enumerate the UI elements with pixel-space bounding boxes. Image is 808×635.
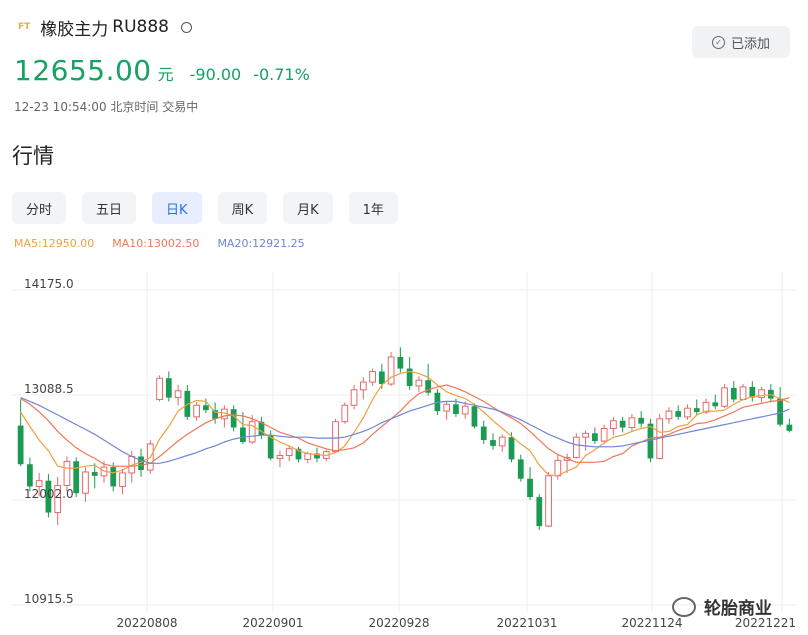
candle-body	[739, 386, 747, 400]
candle-body	[517, 459, 524, 479]
tab-intraday[interactable]: 分时	[12, 192, 67, 224]
candle-body	[387, 356, 395, 385]
candle-body	[63, 460, 71, 486]
candle-body	[193, 404, 200, 418]
period-tabs: 分时 五日 日K 周K 月K 1年	[12, 192, 414, 224]
candle-body	[498, 436, 506, 447]
y-tick-label: 14175.0	[24, 277, 74, 291]
candle-body	[638, 417, 645, 424]
futures-badge: FT	[18, 22, 31, 32]
candle-body	[202, 405, 209, 411]
candle-body	[378, 371, 385, 385]
candlestick-chart[interactable]: 14175.0 13088.5 12002.0 10915.5 20220808 2022…	[0, 268, 808, 635]
candle-body	[545, 475, 552, 527]
candle-body	[591, 433, 598, 442]
check-circle-icon: ✓	[711, 35, 725, 49]
ma-legend: MA5:12950.00 MA10:13002.50 MA20:12921.25	[14, 237, 323, 250]
price-change-percent: -0.71%	[253, 65, 310, 84]
watermark: 轮胎商业	[672, 594, 772, 619]
tab-five-day[interactable]: 五日	[82, 192, 137, 224]
candle-body	[156, 377, 163, 400]
info-circle-icon[interactable]	[181, 21, 192, 33]
tab-one-year[interactable]: 1年	[348, 192, 398, 224]
candle-body	[730, 387, 737, 400]
candle-body	[480, 426, 487, 441]
candle-body	[471, 406, 478, 427]
candle-body	[304, 453, 312, 460]
candle-body	[554, 459, 562, 477]
instrument-code: RU888	[112, 17, 169, 37]
candle-body	[786, 424, 793, 431]
candle-body	[693, 408, 700, 413]
y-tick-label: 13088.5	[24, 382, 74, 396]
candle-body	[174, 390, 182, 399]
price-unit: 元	[157, 65, 174, 84]
candle-body	[341, 404, 349, 423]
x-tick-label: 20220928	[368, 616, 429, 630]
x-tick-label: 20221031	[496, 616, 557, 630]
tab-weekly-k[interactable]: 周K	[217, 192, 268, 224]
candle-body	[91, 471, 98, 476]
candle-body	[600, 427, 608, 442]
candle-body	[684, 407, 691, 418]
candle-body	[443, 403, 451, 412]
candle-body	[397, 356, 404, 369]
ma-line-ma10	[20, 384, 790, 467]
section-title: 行情	[12, 144, 54, 168]
candle-body	[619, 420, 626, 428]
tab-monthly-k[interactable]: 月K	[283, 192, 333, 224]
quote-timestamp: 12-23 10:54:00 北京时间 交易中	[14, 100, 199, 114]
candle-body	[332, 421, 339, 453]
candle-body	[82, 471, 89, 494]
candle-body	[165, 378, 172, 398]
candle-body	[508, 437, 515, 460]
y-tick-label: 12002.0	[24, 487, 74, 501]
candle-body	[27, 464, 33, 487]
candle-body	[628, 417, 636, 429]
candle-body	[536, 497, 543, 527]
ma20-label: MA20:12921.25	[217, 237, 305, 250]
candle-body	[276, 455, 284, 459]
candle-body	[350, 389, 358, 406]
candle-body	[712, 402, 719, 407]
candle-body	[582, 432, 589, 438]
candle-body	[610, 420, 617, 429]
candle-body	[240, 427, 246, 443]
candle-body	[110, 467, 117, 487]
added-watchlist-button[interactable]: ✓ 已添加	[692, 26, 790, 58]
candle-body	[572, 436, 580, 458]
ma-line-ma5	[20, 370, 790, 477]
x-tick-label: 20220808	[116, 616, 177, 630]
candle-body	[490, 440, 496, 446]
candle-body	[527, 478, 533, 498]
candle-body	[35, 480, 43, 487]
candle-body	[721, 387, 728, 407]
candle-body	[453, 404, 459, 414]
watermark-text: 轮胎商业	[704, 599, 772, 619]
candle-body	[665, 410, 673, 420]
candle-body	[359, 381, 367, 391]
candle-body	[17, 425, 24, 465]
candle-body	[369, 370, 376, 383]
header: FT 橡胶主力 RU888	[18, 12, 192, 42]
tab-daily-k[interactable]: 日K	[152, 192, 202, 224]
candle-body	[119, 472, 126, 487]
candle-body	[248, 421, 256, 443]
wechat-icon	[672, 596, 696, 617]
instrument-name: 橡胶主力	[40, 19, 109, 40]
last-price: 12655.00	[14, 54, 152, 87]
y-tick-label: 10915.5	[24, 592, 74, 606]
ma5-label: MA5:12950.00	[14, 237, 95, 250]
candle-body	[461, 405, 469, 415]
candle-body	[285, 448, 293, 457]
added-label: 已添加	[730, 36, 770, 52]
ma10-label: MA10:13002.50	[112, 237, 200, 250]
price-change: -90.00	[189, 65, 242, 84]
candle-body	[73, 461, 80, 494]
quote-row: 12655.00 元 -90.00 -0.71%	[14, 54, 310, 87]
x-tick-label: 20220901	[242, 616, 303, 630]
candle-body	[415, 379, 423, 387]
ma-line-ma20	[20, 397, 790, 464]
candle-body	[675, 411, 682, 417]
